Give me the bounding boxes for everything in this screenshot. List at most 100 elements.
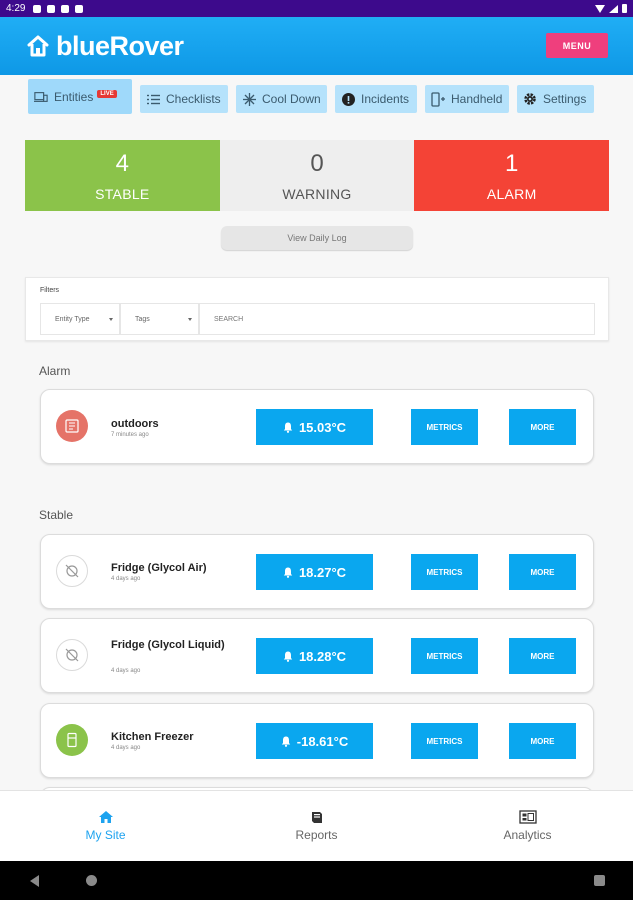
tags-value: Tags (135, 315, 150, 323)
warning-label: WARNING (282, 185, 352, 202)
entity-time: 4 days ago (111, 668, 141, 674)
app-header: blueRover MENU (0, 17, 633, 75)
temperature-button[interactable]: 18.27°C (256, 554, 373, 590)
menu-button[interactable]: MENU (546, 33, 608, 58)
home-icon (27, 35, 49, 57)
temperature-button[interactable]: 15.03°C (256, 409, 373, 445)
tab-label: Handheld (451, 92, 503, 106)
entity-status-avatar (56, 639, 88, 671)
recent-apps-icon[interactable] (594, 875, 605, 886)
entity-card[interactable]: Fridge (Glycol Liquid) 4 days ago 18.28°… (40, 618, 594, 693)
metrics-button[interactable]: METRICS (411, 638, 478, 674)
filters-panel: Filters Entity Type Tags (25, 277, 609, 341)
entity-time: 4 days ago (111, 745, 141, 751)
entity-card[interactable]: Kitchen Freezer 4 days ago -18.61°C METR… (40, 703, 594, 778)
entity-name: Kitchen Freezer (111, 731, 194, 743)
filters-title: Filters (40, 287, 60, 294)
metrics-button[interactable]: METRICS (411, 723, 478, 759)
entity-name: outdoors (111, 418, 159, 430)
stable-count: 4 (115, 149, 130, 177)
alarm-label: ALARM (486, 185, 537, 202)
entity-card[interactable]: outdoors 7 minutes ago 15.03°C METRICS M… (40, 389, 594, 464)
tab-label: Checklists (166, 92, 221, 106)
warning-count: 0 (310, 149, 324, 177)
entity-type-value: Entity Type (55, 315, 90, 323)
tab-handheld[interactable]: Handheld (425, 85, 509, 113)
more-button[interactable]: MORE (509, 638, 576, 674)
nav-my-site[interactable]: My Site (0, 791, 211, 861)
bell-icon (283, 651, 293, 662)
status-summary: 4 STABLE 0 WARNING 1 ALARM (25, 140, 610, 211)
nav-analytics[interactable]: Analytics (422, 791, 633, 861)
temperature-button[interactable]: -18.61°C (256, 723, 373, 759)
status-time: 4:29 (6, 3, 26, 14)
tab-label: Entities (54, 89, 94, 104)
app-logo[interactable]: blueRover (26, 31, 184, 62)
wifi-icon (595, 4, 605, 13)
system-navigation (0, 861, 633, 900)
stable-count-card[interactable]: 4 STABLE (25, 140, 220, 211)
metrics-button[interactable]: METRICS (411, 409, 478, 445)
entity-status-avatar (56, 724, 88, 756)
dashboard-icon (518, 810, 537, 824)
devices-icon (34, 90, 48, 104)
entity-time: 7 minutes ago (111, 432, 149, 438)
tab-label: Cool Down (262, 92, 321, 106)
more-button[interactable]: MORE (509, 554, 576, 590)
chevron-down-icon (188, 318, 192, 321)
more-button[interactable]: MORE (509, 723, 576, 759)
battery-icon (622, 4, 627, 13)
entity-time: 4 days ago (111, 576, 141, 582)
bottom-navigation: My Site Reports Analytics (0, 790, 633, 861)
view-daily-log-button[interactable]: View Daily Log (221, 226, 413, 250)
nav-reports[interactable]: Reports (211, 791, 422, 861)
tab-incidents[interactable]: Incidents (335, 85, 417, 113)
tab-entities[interactable]: Entities LIVE (28, 79, 132, 114)
tab-checklists[interactable]: Checklists (140, 85, 228, 113)
entity-status-avatar (56, 555, 88, 587)
bell-icon (283, 422, 293, 433)
warning-count-card[interactable]: 0 WARNING (219, 140, 415, 211)
stable-section-title: Stable (39, 508, 74, 522)
alarm-count-card[interactable]: 1 ALARM (414, 140, 610, 211)
alarm-section-title: Alarm (39, 364, 71, 378)
nav-label: My Site (85, 828, 126, 842)
notification-icon (61, 4, 70, 13)
tab-settings[interactable]: Settings (517, 85, 594, 113)
book-icon (310, 810, 324, 824)
nav-label: Reports (295, 828, 338, 842)
offline-sensor-icon (65, 648, 79, 662)
entity-name: Fridge (Glycol Air) (111, 562, 207, 574)
back-icon[interactable] (30, 875, 39, 887)
main-content[interactable]: Entities LIVE Checklists Cool Down Incid… (0, 75, 633, 790)
chevron-down-icon (109, 318, 113, 321)
notification-icon (47, 4, 56, 13)
live-badge: LIVE (97, 89, 117, 98)
temperature-value: 18.28°C (298, 648, 347, 664)
handheld-icon (431, 91, 445, 107)
metrics-button[interactable]: METRICS (411, 554, 478, 590)
tags-select[interactable]: Tags (120, 303, 199, 335)
temperature-value: -18.61°C (296, 733, 349, 749)
home-icon (98, 810, 114, 824)
home-circle-icon[interactable] (86, 875, 97, 886)
bell-icon (283, 567, 293, 578)
entity-type-select[interactable]: Entity Type (40, 303, 120, 335)
temperature-button[interactable]: 18.28°C (256, 638, 373, 674)
gear-icon (523, 92, 537, 106)
stable-label: STABLE (95, 185, 150, 202)
more-button[interactable]: MORE (509, 409, 576, 445)
status-bar: 4:29 (0, 0, 633, 17)
search-input[interactable] (199, 303, 595, 335)
notification-icon (75, 4, 84, 13)
entity-card[interactable]: Fridge (Glycol Air) 4 days ago 18.27°C M… (40, 534, 594, 609)
notification-icon (33, 4, 42, 13)
offline-sensor-icon (65, 564, 79, 578)
snowflake-icon (242, 92, 256, 106)
tab-cool-down[interactable]: Cool Down (236, 85, 327, 113)
bell-icon (281, 736, 291, 747)
tab-label: Incidents (361, 92, 410, 106)
alert-circle-icon (341, 92, 355, 106)
nav-label: Analytics (503, 828, 552, 842)
sensor-icon (65, 419, 79, 433)
